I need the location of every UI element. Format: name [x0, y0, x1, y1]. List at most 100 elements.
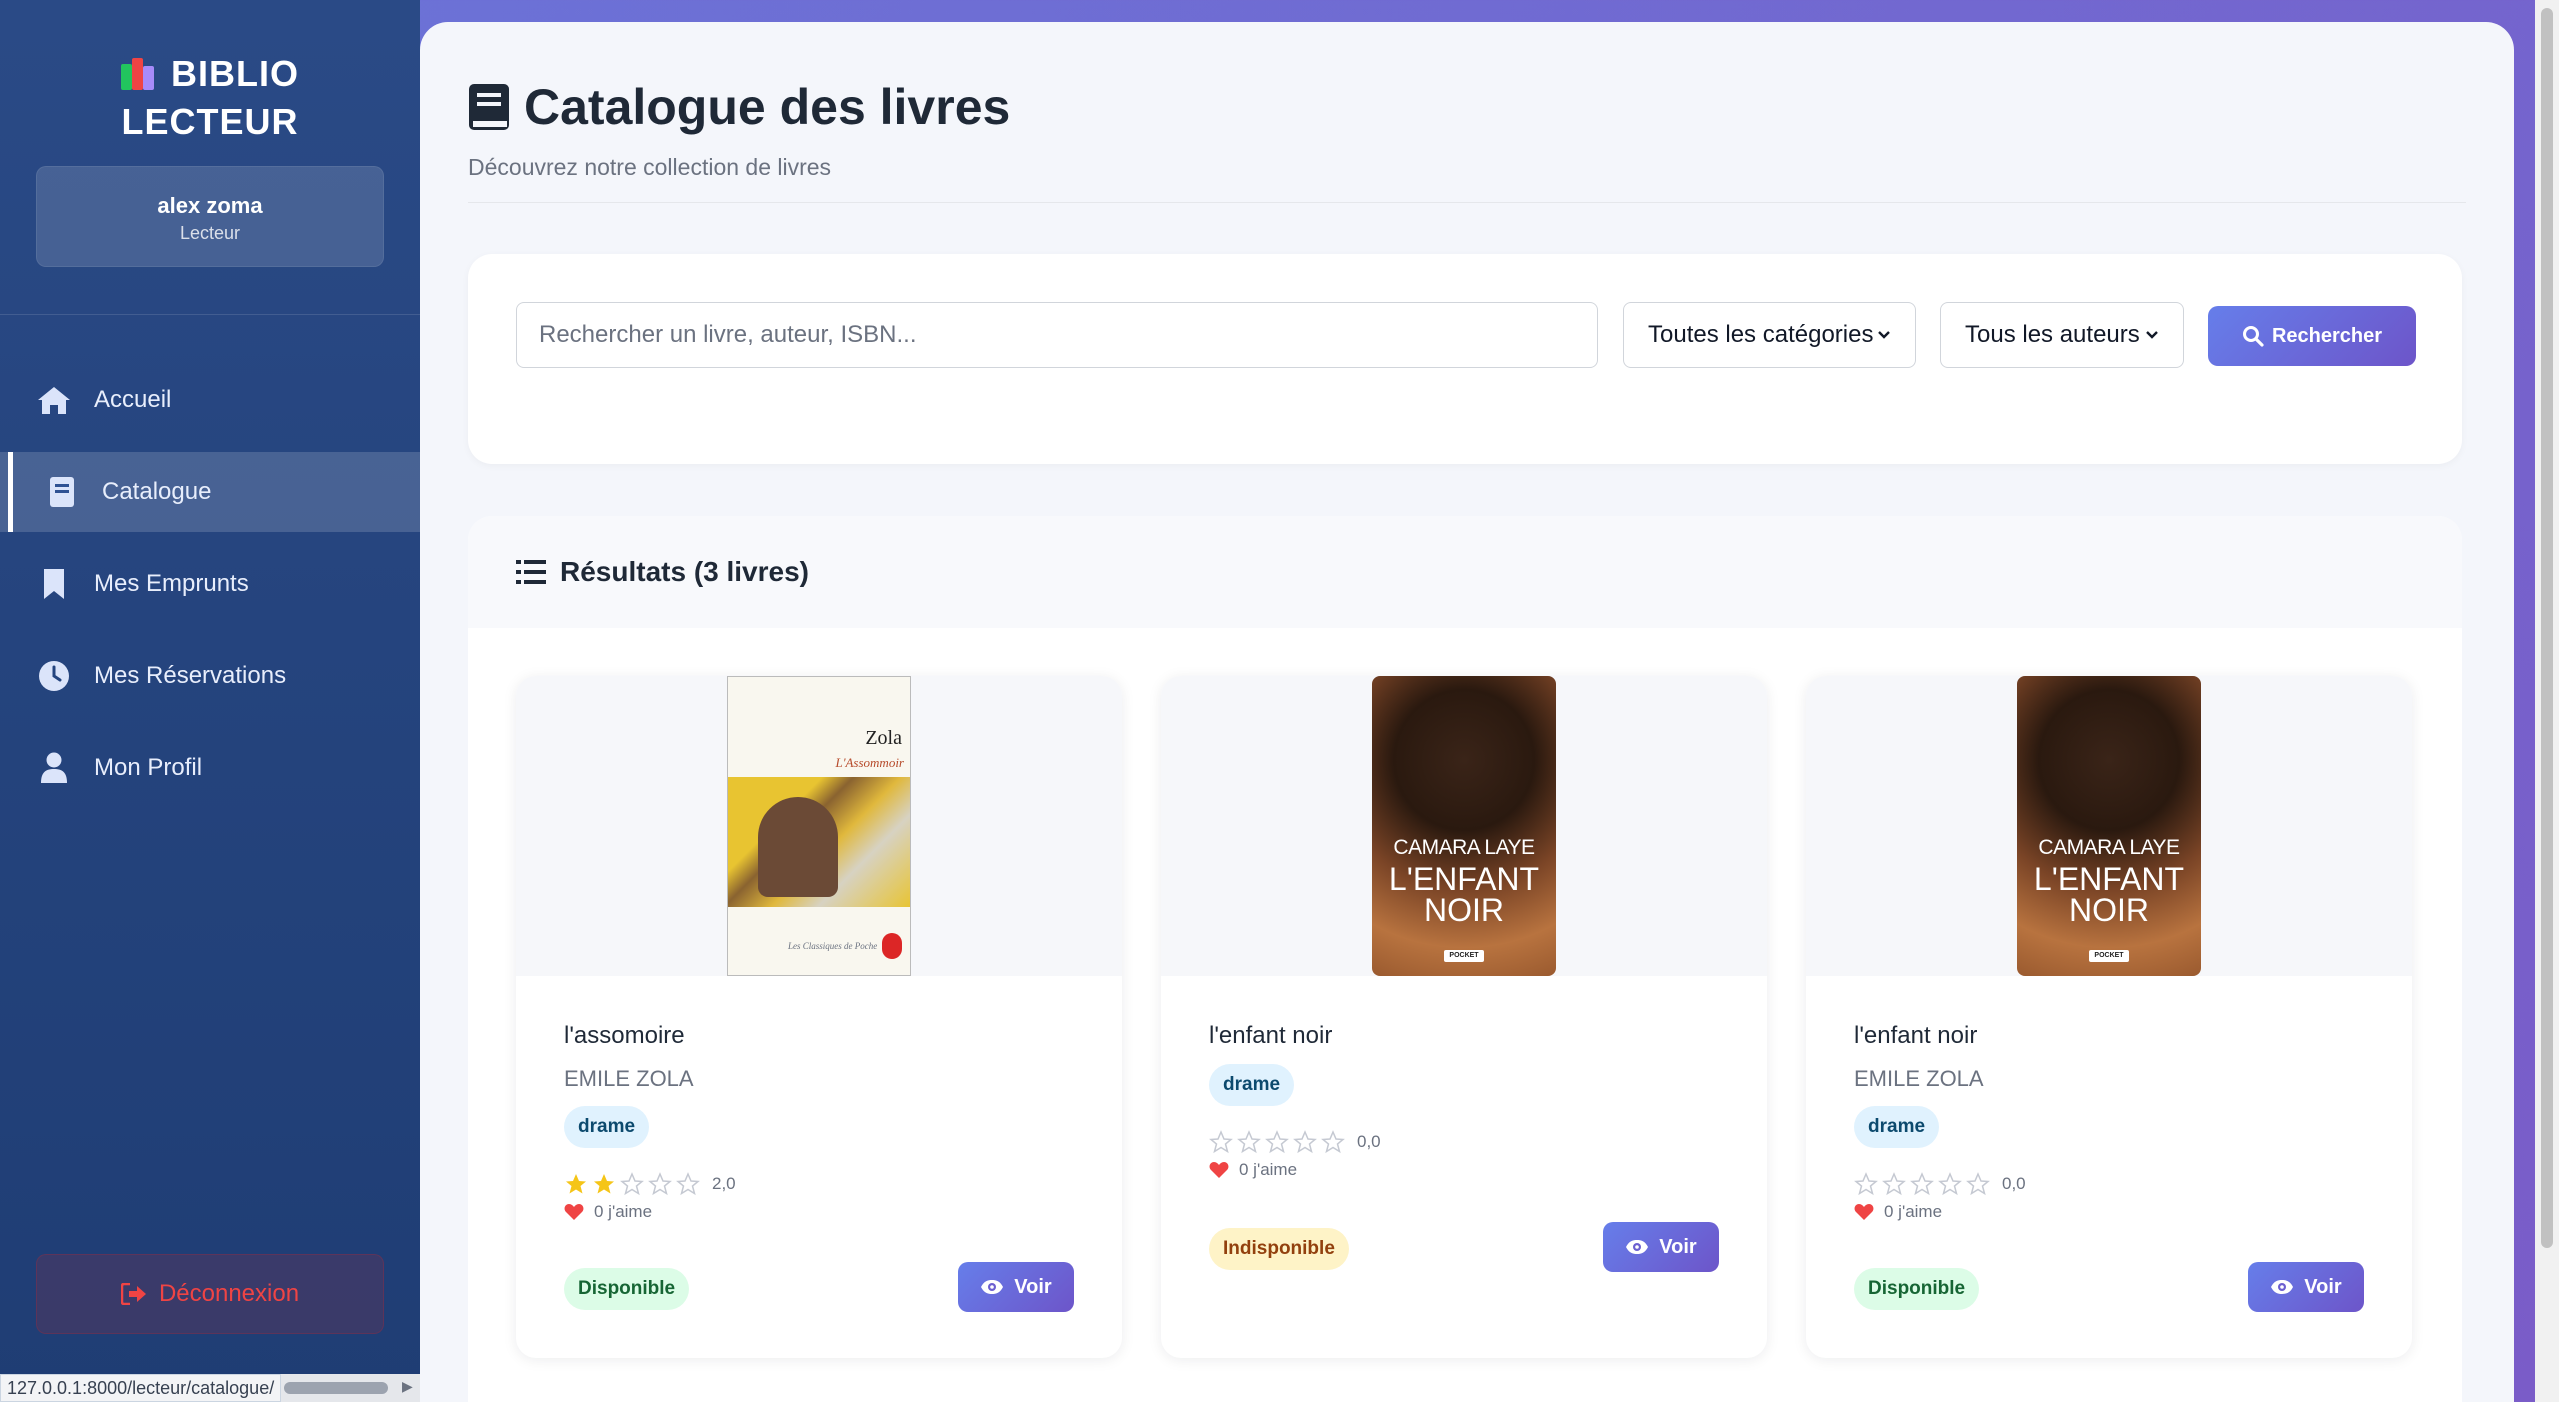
clock-icon — [36, 658, 72, 694]
book-cover-area: CAMARA LAYE L'ENFANT NOIR POCKET — [1806, 676, 2412, 976]
availability-badge: Disponible — [1854, 1268, 1980, 1310]
book-cover-area: CAMARA LAYE L'ENFANT NOIR POCKET — [1161, 676, 1767, 976]
book-cover-image[interactable]: CAMARA LAYE L'ENFANT NOIR POCKET — [2017, 676, 2201, 976]
star-empty-icon — [1854, 1172, 1878, 1196]
book-card-footer: Disponible Voir — [564, 1262, 1074, 1312]
book-icon — [469, 84, 509, 130]
chevron-down-icon — [1878, 331, 1890, 339]
user-role: Lecteur — [179, 223, 241, 243]
book-cover-image[interactable]: Zola L'Assommoir Les Classiques de Poche — [727, 676, 911, 976]
author-select-value: Tous les auteurs — [1965, 321, 2140, 348]
star-icon — [594, 1174, 614, 1194]
logout-button[interactable]: Déconnexion — [36, 1254, 384, 1334]
book-card[interactable]: Zola L'Assommoir Les Classiques de Poche… — [516, 676, 1122, 1358]
star-empty-icon — [620, 1172, 644, 1196]
book-info: l'enfant noir drame 0,0 0 j'aime — [1209, 976, 1719, 1180]
sidebar-item-label: Catalogue — [102, 478, 212, 505]
search-button[interactable]: Rechercher — [2208, 306, 2416, 366]
status-url: 127.0.0.1:8000/lecteur/catalogue/ — [0, 1374, 282, 1402]
book-cover-image[interactable]: CAMARA LAYE L'ENFANT NOIR POCKET — [1372, 676, 1556, 976]
sidebar-item-label: Accueil — [94, 386, 172, 413]
scroll-right-arrow-icon[interactable]: ▶ — [402, 1378, 413, 1395]
book-author: EMILE ZOLA — [564, 1066, 694, 1091]
star-empty-icon — [1321, 1130, 1345, 1154]
view-book-button[interactable]: Voir — [2248, 1262, 2364, 1312]
rating-value: 0,0 — [1357, 1132, 1381, 1151]
view-button-label: Voir — [1659, 1235, 1697, 1258]
sidebar-item-reservations[interactable]: Mes Réservations — [0, 636, 420, 716]
cover-author: Zola — [865, 727, 902, 749]
search-input[interactable] — [516, 302, 1598, 368]
star-empty-icon — [1882, 1172, 1906, 1196]
sign-out-icon — [120, 1283, 146, 1305]
author-select[interactable]: Tous les auteurs — [1940, 302, 2184, 368]
book-likes: 0 j'aime — [1854, 1202, 2364, 1222]
book-likes: 0 j'aime — [564, 1202, 1074, 1222]
likes-count: 0 j'aime — [1239, 1160, 1298, 1179]
results-title: Résultats (3 livres) — [560, 556, 809, 587]
star-empty-icon — [676, 1172, 700, 1196]
browser-status-bar: 127.0.0.1:8000/lecteur/catalogue/ ▶ — [0, 1374, 420, 1402]
likes-count: 0 j'aime — [594, 1202, 653, 1221]
availability-badge: Disponible — [564, 1268, 690, 1310]
sidebar-item-emprunts[interactable]: Mes Emprunts — [0, 544, 420, 624]
view-book-button[interactable]: Voir — [1603, 1222, 1719, 1272]
eye-icon — [1626, 1240, 1649, 1254]
main-panel: Catalogue des livres Découvrez notre col… — [420, 22, 2514, 1402]
bookmark-icon — [36, 566, 72, 602]
book-author: EMILE ZOLA — [1854, 1066, 1984, 1091]
book-card[interactable]: CAMARA LAYE L'ENFANT NOIR POCKET l'enfan… — [1806, 676, 2412, 1358]
book-card-footer: Disponible Voir — [1854, 1262, 2364, 1312]
book-icon — [44, 474, 80, 510]
cover-figure — [758, 797, 838, 897]
publisher-logo: POCKET — [1444, 950, 1484, 962]
page-header: Catalogue des livres Découvrez notre col… — [468, 78, 2468, 181]
book-title[interactable]: l'enfant noir — [1209, 1022, 1719, 1050]
publisher-logo — [882, 933, 902, 959]
cover-author: CAMARA LAYE — [1393, 836, 1535, 859]
star-empty-icon — [1938, 1172, 1962, 1196]
star-empty-icon — [1209, 1130, 1233, 1154]
category-tag: drame — [1854, 1106, 1940, 1148]
sidebar-item-profil[interactable]: Mon Profil — [0, 728, 420, 808]
header-divider — [468, 202, 2466, 203]
cover-title: L'ENFANT NOIR — [2017, 863, 2201, 928]
star-icon — [566, 1174, 586, 1194]
star-empty-icon — [1293, 1130, 1317, 1154]
chevron-down-icon — [2146, 331, 2158, 339]
star-empty-icon — [1910, 1172, 1934, 1196]
eye-icon — [981, 1280, 1004, 1294]
heart-icon — [1209, 1162, 1229, 1178]
star-empty-icon — [1265, 1130, 1289, 1154]
brand-line-2: LECTEUR — [121, 101, 299, 142]
book-card[interactable]: CAMARA LAYE L'ENFANT NOIR POCKET l'enfan… — [1161, 676, 1767, 1358]
book-rating: 0,0 — [1854, 1172, 2364, 1196]
brand-logo[interactable]: BIBLIO LECTEUR — [0, 50, 420, 146]
cover-title: L'ENFANT NOIR — [1372, 863, 1556, 928]
sidebar-item-label: Mon Profil — [94, 754, 203, 781]
view-book-button[interactable]: Voir — [958, 1262, 1074, 1312]
user-card: alex zoma Lecteur — [36, 166, 384, 267]
book-cover-area: Zola L'Assommoir Les Classiques de Poche — [516, 676, 1122, 976]
page-title-text: Catalogue des livres — [524, 79, 1011, 135]
category-select[interactable]: Toutes les catégories — [1623, 302, 1916, 368]
book-card-footer: Indisponible Voir — [1209, 1222, 1719, 1272]
vertical-scrollbar[interactable] — [2535, 0, 2559, 1402]
cover-title-line-2: NOIR — [2069, 892, 2149, 928]
cover-title-line-2: NOIR — [1424, 892, 1504, 928]
eye-icon — [2271, 1280, 2294, 1294]
view-button-label: Voir — [2304, 1275, 2342, 1298]
availability-badge: Indisponible — [1209, 1228, 1349, 1270]
sidebar-nav: Accueil Catalogue Mes Emprunts Mes Réser… — [0, 360, 420, 820]
sidebar-item-accueil[interactable]: Accueil — [0, 360, 420, 440]
sidebar-item-label: Mes Emprunts — [94, 570, 249, 597]
page-title: Catalogue des livres — [468, 78, 2468, 136]
horizontal-scrollbar[interactable] — [284, 1382, 388, 1394]
sidebar-item-catalogue[interactable]: Catalogue — [0, 452, 420, 532]
book-title[interactable]: l'assomoire — [564, 1022, 1074, 1050]
category-select-value: Toutes les catégories — [1648, 321, 1874, 348]
cover-title: L'Assommoir — [835, 755, 904, 770]
vertical-scrollbar-thumb[interactable] — [2541, 8, 2553, 1248]
book-title[interactable]: l'enfant noir — [1854, 1022, 2364, 1050]
list-icon — [516, 560, 546, 584]
